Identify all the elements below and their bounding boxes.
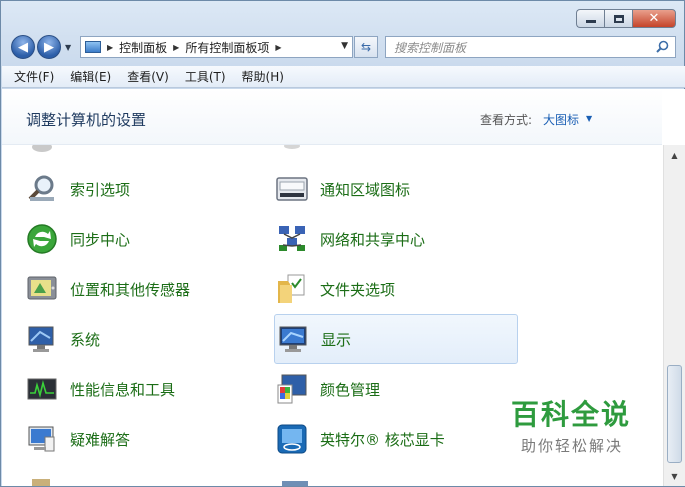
item-notification-icons[interactable]: 通知区域图标 [252,165,492,213]
chevron-right-icon[interactable]: ▶ [107,43,113,52]
item-label: 索引选项 [70,180,131,199]
item-color-management[interactable]: 颜色管理 [252,365,492,413]
menu-file[interactable]: 文件(F) [14,68,54,85]
item-label: 英特尔® 核芯显卡 [320,430,445,449]
forward-button[interactable]: ▶ [37,35,61,59]
partial-item-icon [284,145,300,149]
search-icon[interactable] [656,40,669,53]
menu-bar: 文件(F) 编辑(E) 查看(V) 工具(T) 帮助(H) [2,66,685,88]
network-icon [279,226,305,251]
item-label: 显示 [321,330,352,349]
item-system[interactable]: 系统 [2,315,242,363]
partial-item-icon [32,479,50,486]
troubleshooting-icon [28,426,55,452]
chevron-down-icon[interactable]: ▼ [586,114,592,123]
scroll-down-icon[interactable]: ▼ [664,468,685,484]
arrow-left-icon: ◀ [18,39,28,55]
view-by-dropdown[interactable]: 大图标 [543,111,579,128]
nav-buttons: ◀ ▶ ▼ [11,34,73,60]
partial-item-icon [32,145,52,152]
menu-view[interactable]: 查看(V) [127,68,169,85]
scroll-thumb[interactable] [667,365,682,463]
item-sync-center[interactable]: 同步中心 [2,215,242,263]
item-label: 疑难解答 [70,430,131,449]
chevron-right-icon[interactable]: ▶ [275,43,281,52]
watermark-title: 百科全说 [511,398,632,431]
refresh-button[interactable]: ⇆ [354,36,378,58]
item-label: 网络和共享中心 [320,230,426,249]
item-troubleshooting[interactable]: 疑难解答 [2,415,242,463]
watermark-subtitle: 助你轻松解决 [521,437,624,455]
minimize-icon [585,20,596,23]
search-input[interactable]: 搜索控制面板 [394,39,466,56]
menu-help[interactable]: 帮助(H) [242,68,284,85]
item-label: 通知区域图标 [320,180,411,199]
back-button[interactable]: ◀ [11,35,35,59]
menu-edit[interactable]: 编辑(E) [70,68,111,85]
menu-tools[interactable]: 工具(T) [185,68,226,85]
arrow-right-icon: ▶ [44,39,54,55]
sensor-icon [27,276,57,300]
control-panel-window: ✕ ◀ ▶ ▼ ▶ 控制面板 ▶ 所有控制面板项 ▶ ▼ ⇆ 搜索控制面板 文件… [0,0,685,487]
item-indexing-options[interactable]: 索引选项 [2,165,242,213]
item-label: 同步中心 [70,230,131,249]
performance-icon [27,378,57,400]
partial-item-icon [282,481,308,486]
item-folder-options[interactable]: 文件夹选项 [252,265,492,313]
scroll-up-icon[interactable]: ▲ [664,147,685,163]
content-header: 调整计算机的设置 查看方式: 大图标 ▼ [2,89,662,145]
view-by-label: 查看方式: [480,113,533,127]
vertical-scrollbar[interactable]: ▲ ▼ [663,145,685,486]
close-icon: ✕ [648,11,660,26]
close-button[interactable]: ✕ [632,9,676,28]
recent-pages-dropdown[interactable]: ▼ [65,43,71,52]
control-panel-icon [85,41,101,53]
item-performance-tools[interactable]: 性能信息和工具 [2,365,242,413]
item-intel-graphics[interactable]: 英特尔® 核芯显卡 [252,415,492,463]
maximize-icon [613,14,624,23]
magnifier-icon [28,175,54,201]
folder-options-icon [278,274,305,303]
notification-tray-icon [276,177,308,201]
system-icon [28,326,54,352]
minimize-button[interactable] [576,9,604,28]
item-display[interactable]: 显示 [274,314,518,364]
item-location-sensors[interactable]: 位置和其他传感器 [2,265,242,313]
refresh-icon: ⇆ [360,40,372,54]
address-dropdown-icon[interactable]: ▼ [341,41,348,51]
color-management-icon [277,374,307,404]
breadcrumb-control-panel[interactable]: 控制面板 [119,39,167,56]
item-label: 文件夹选项 [320,280,396,299]
item-label: 颜色管理 [320,380,381,399]
intel-graphics-icon [277,424,307,454]
sync-icon [27,224,57,254]
item-label: 性能信息和工具 [70,380,176,399]
chevron-right-icon[interactable]: ▶ [173,43,179,52]
breadcrumb-all-items[interactable]: 所有控制面板项 [185,39,269,56]
page-title: 调整计算机的设置 [26,111,147,129]
watermark-logo: 百科全说 助你轻松解决 [511,393,631,456]
caption-buttons: ✕ [576,9,676,28]
item-label: 系统 [70,330,101,349]
maximize-button[interactable] [604,9,632,28]
address-bar[interactable]: ▶ 控制面板 ▶ 所有控制面板项 ▶ ▼ [80,36,353,58]
search-box[interactable]: 搜索控制面板 [385,36,676,58]
display-icon [279,326,307,352]
item-label: 位置和其他传感器 [70,280,191,299]
item-network-sharing-center[interactable]: 网络和共享中心 [252,215,492,263]
